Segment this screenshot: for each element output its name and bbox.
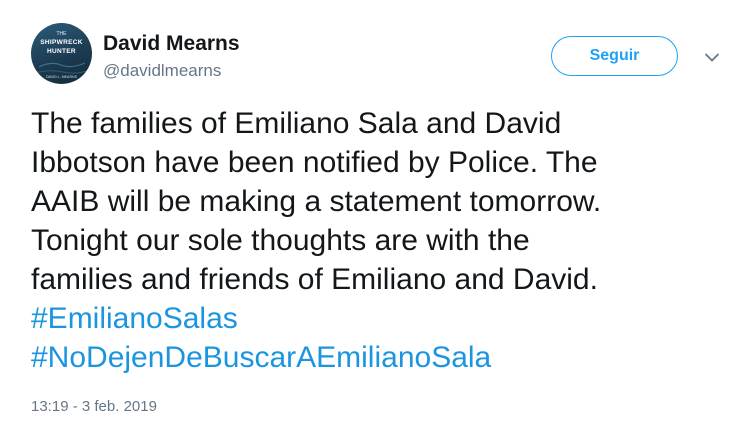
avatar-text-3: HUNTER (47, 48, 76, 55)
tweet-text: The families of Emiliano Sala and David … (31, 104, 731, 377)
tweet-line: The families of Emiliano Sala and David (31, 107, 562, 140)
hashtag-link[interactable]: #NoDejenDeBuscarAEmilianoSala (31, 338, 731, 377)
hashtag-link[interactable]: #EmilianoSalas (31, 299, 731, 338)
avatar[interactable]: THE SHIPWRECK HUNTER DAVID L. MEARNS (31, 23, 92, 84)
tweet-line: Tonight our sole thoughts are with the (31, 224, 530, 257)
tweet-line: AAIB will be making a statement tomorrow… (31, 185, 602, 218)
avatar-text-2: SHIPWRECK (40, 39, 82, 46)
follow-button[interactable]: Seguir (551, 36, 678, 76)
avatar-text-4: DAVID L. MEARNS (46, 75, 78, 79)
author-name[interactable]: David Mearns (103, 32, 240, 56)
chevron-down-icon[interactable] (701, 46, 723, 68)
book-cover-image: THE SHIPWRECK HUNTER DAVID L. MEARNS (34, 31, 90, 79)
tweet-line: Ibbotson have been notified by Police. T… (31, 146, 598, 179)
author-handle[interactable]: @davidlmearns (103, 61, 221, 81)
timestamp[interactable]: 13:19 - 3 feb. 2019 (31, 398, 157, 415)
tweet-line: families and friends of Emiliano and Dav… (31, 263, 598, 296)
tweet-card: THE SHIPWRECK HUNTER DAVID L. MEARNS Dav… (0, 0, 750, 429)
avatar-text-1: THE (57, 31, 68, 37)
chevron-down-glyph (705, 53, 719, 61)
